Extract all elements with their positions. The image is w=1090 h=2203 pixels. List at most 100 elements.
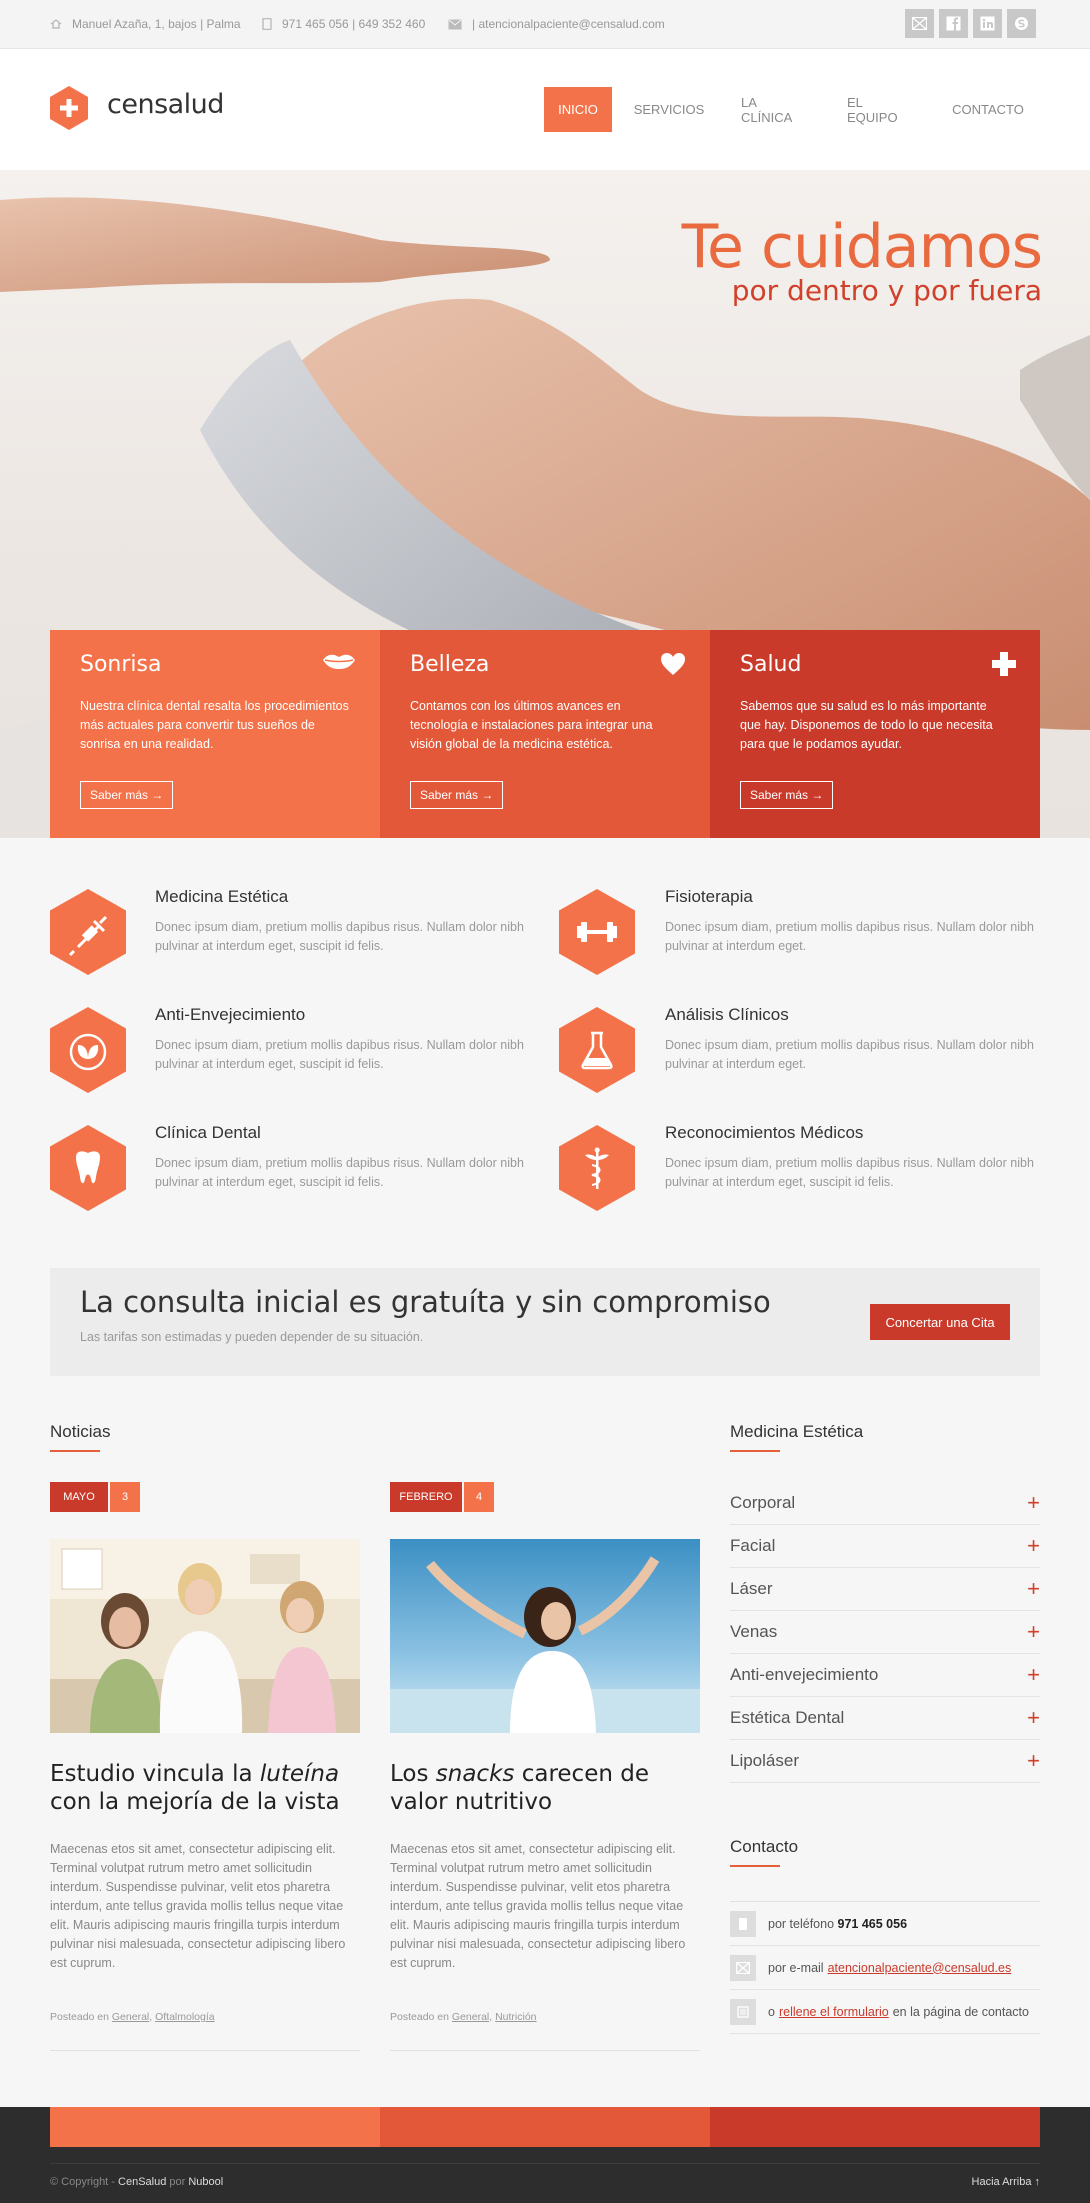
category-link[interactable]: General bbox=[112, 2011, 149, 2023]
leaf-icon[interactable] bbox=[50, 1007, 126, 1093]
plus-icon: + bbox=[1027, 1619, 1040, 1644]
copyright-author[interactable]: Nubool bbox=[188, 2176, 223, 2188]
email-text[interactable]: | atencionalpaciente@censalud.com bbox=[472, 17, 665, 31]
email-label: por e-mail bbox=[768, 1960, 824, 1975]
post-title-emphasis: snacks bbox=[435, 1761, 515, 1787]
phone-text: 971 465 056 | 649 352 460 bbox=[282, 17, 426, 31]
nav-contacto[interactable]: CONTACTO bbox=[938, 87, 1038, 132]
social-skype-button[interactable] bbox=[1007, 9, 1036, 38]
service-text: Donec ipsum diam, pretium mollis dapibus… bbox=[665, 1038, 1034, 1071]
contact-phone-number[interactable]: 971 465 056 bbox=[838, 1917, 908, 1931]
accordion-label: Anti-envejecimiento bbox=[730, 1665, 879, 1684]
feature-box-belleza: Belleza Contamos con los últimos avances… bbox=[380, 630, 710, 838]
box-title: Sonrisa bbox=[80, 652, 162, 677]
nav-servicios[interactable]: SERVICIOS bbox=[622, 87, 716, 132]
caduceus-icon[interactable] bbox=[559, 1125, 635, 1211]
plus-icon: + bbox=[1027, 1662, 1040, 1687]
social-linkedin-button[interactable] bbox=[973, 9, 1002, 38]
post-excerpt: Maecenas etos sit amet, consectetur adip… bbox=[390, 1842, 686, 1970]
linkedin-icon bbox=[980, 16, 995, 31]
post-title[interactable]: Estudio vincula la luteína con la mejorí… bbox=[50, 1760, 360, 1816]
social-email-button[interactable] bbox=[905, 9, 934, 38]
post-title-emphasis: luteína bbox=[259, 1761, 340, 1787]
service-title[interactable]: Medicina Estética bbox=[155, 887, 288, 907]
service-text: Donec ipsum diam, pretium mollis dapibus… bbox=[155, 1156, 524, 1189]
category-link[interactable]: General bbox=[452, 2011, 489, 2023]
saber-mas-button[interactable]: Saber más → bbox=[410, 781, 504, 809]
post-image-beach[interactable] bbox=[390, 1539, 700, 1733]
accordion-item-facial[interactable]: Facial + bbox=[730, 1525, 1040, 1568]
contact-email-link[interactable]: atencionalpaciente@censalud.es bbox=[828, 1961, 1012, 1975]
accordion-item-venas[interactable]: Venas + bbox=[730, 1611, 1040, 1654]
category-link[interactable]: Oftalmología bbox=[155, 2011, 215, 2023]
news-title-underline bbox=[50, 1450, 100, 1452]
top-bar: Manuel Azaña, 1, bajos | Palma 971 465 0… bbox=[0, 0, 1090, 49]
box-title: Belleza bbox=[410, 652, 490, 677]
cta-title: La consulta inicial es gratuíta y sin co… bbox=[80, 1285, 771, 1319]
saber-mas-button[interactable]: Saber más → bbox=[80, 781, 174, 809]
post-meta: Posteado en General, Oftalmología bbox=[50, 2011, 215, 2023]
accordion-item-lipolaser[interactable]: Lipoláser + bbox=[730, 1740, 1040, 1783]
lips-icon bbox=[323, 654, 355, 669]
accordion-item-estetica-dental[interactable]: Estética Dental + bbox=[730, 1697, 1040, 1740]
service-title[interactable]: Análisis Clínicos bbox=[665, 1005, 789, 1025]
accordion-item-corporal[interactable]: Corporal + bbox=[730, 1482, 1040, 1525]
phone-label: por teléfono bbox=[768, 1916, 835, 1931]
service-title[interactable]: Clínica Dental bbox=[155, 1123, 261, 1143]
plus-icon: + bbox=[1027, 1533, 1040, 1558]
flask-icon[interactable] bbox=[559, 1007, 635, 1093]
copyright-brand[interactable]: CenSalud bbox=[118, 2176, 166, 2188]
mail-icon bbox=[730, 1954, 756, 1981]
form-prefix: o bbox=[768, 2004, 775, 2019]
copyright: © Copyright - CenSalud por Nubool bbox=[50, 2176, 223, 2188]
nav-inicio[interactable]: INICIO bbox=[544, 87, 612, 132]
copyright-text: © Copyright - bbox=[50, 2176, 119, 2188]
service-text: Donec ipsum diam, pretium mollis dapibus… bbox=[665, 920, 1034, 953]
syringe-icon[interactable] bbox=[50, 889, 126, 975]
heart-icon bbox=[661, 653, 685, 675]
back-to-top-link[interactable]: Hacia Arriba ↑ bbox=[972, 2176, 1040, 2188]
concertar-cita-button[interactable]: Concertar una Cita bbox=[870, 1304, 1010, 1340]
posted-label: Posteado en bbox=[390, 2011, 449, 2023]
post-title[interactable]: Los snacks carecen de valor nutritivo bbox=[390, 1760, 700, 1816]
footer-bar-coral bbox=[380, 2107, 710, 2147]
box-text: Nuestra clínica dental resalta los proce… bbox=[80, 699, 349, 751]
form-suffix: en la página de contacto bbox=[892, 2004, 1029, 2019]
nav-la-clinica[interactable]: LA CLÍNICA bbox=[726, 87, 824, 132]
form-link[interactable]: rellene el formulario bbox=[779, 2005, 889, 2019]
envelope-icon bbox=[448, 19, 462, 29]
email-info[interactable]: | atencionalpaciente@censalud.com bbox=[448, 17, 665, 31]
footer-divider bbox=[50, 2163, 1040, 2164]
footer-bar-orange bbox=[50, 2107, 380, 2147]
map-pin-icon bbox=[50, 19, 62, 29]
accordion-label: Facial bbox=[730, 1536, 776, 1555]
box-text: Contamos con los últimos avances en tecn… bbox=[410, 699, 653, 751]
nav-el-equipo[interactable]: EL EQUIPO bbox=[832, 87, 930, 132]
footer-bar-red bbox=[710, 2107, 1040, 2147]
post-image-doctor[interactable] bbox=[50, 1539, 360, 1733]
skype-icon bbox=[1015, 17, 1028, 30]
accordion-label: Corporal bbox=[730, 1493, 796, 1512]
hero-title: Te cuidamos bbox=[681, 212, 1043, 282]
logo-text[interactable]: censalud bbox=[107, 89, 224, 120]
category-link[interactable]: Nutrición bbox=[495, 2011, 536, 2023]
contact-phone-row: por teléfono 971 465 056 bbox=[730, 1902, 1040, 1946]
social-facebook-button[interactable] bbox=[939, 9, 968, 38]
post-day-badge: 3 bbox=[110, 1482, 140, 1512]
service-title[interactable]: Anti-Envejecimiento bbox=[155, 1005, 305, 1025]
news-section-title: Noticias bbox=[50, 1422, 111, 1441]
logo-icon[interactable] bbox=[50, 86, 88, 130]
service-title[interactable]: Reconocimientos Médicos bbox=[665, 1123, 863, 1143]
accordion-item-laser[interactable]: Láser + bbox=[730, 1568, 1040, 1611]
post-excerpt: Maecenas etos sit amet, consectetur adip… bbox=[50, 1842, 346, 1970]
dumbbell-icon[interactable] bbox=[559, 889, 635, 975]
copyright-por: por bbox=[166, 2176, 189, 2188]
saber-mas-button[interactable]: Saber más → bbox=[740, 781, 834, 809]
phone-icon bbox=[730, 1910, 756, 1937]
tooth-icon[interactable] bbox=[50, 1125, 126, 1211]
service-text: Donec ipsum diam, pretium mollis dapibus… bbox=[665, 1156, 1034, 1189]
post-title-part: Estudio vincula la bbox=[50, 1761, 260, 1787]
service-title[interactable]: Fisioterapia bbox=[665, 887, 753, 907]
accordion-item-anti-envejecimiento[interactable]: Anti-envejecimiento + bbox=[730, 1654, 1040, 1697]
accordion-label: Venas bbox=[730, 1622, 778, 1641]
